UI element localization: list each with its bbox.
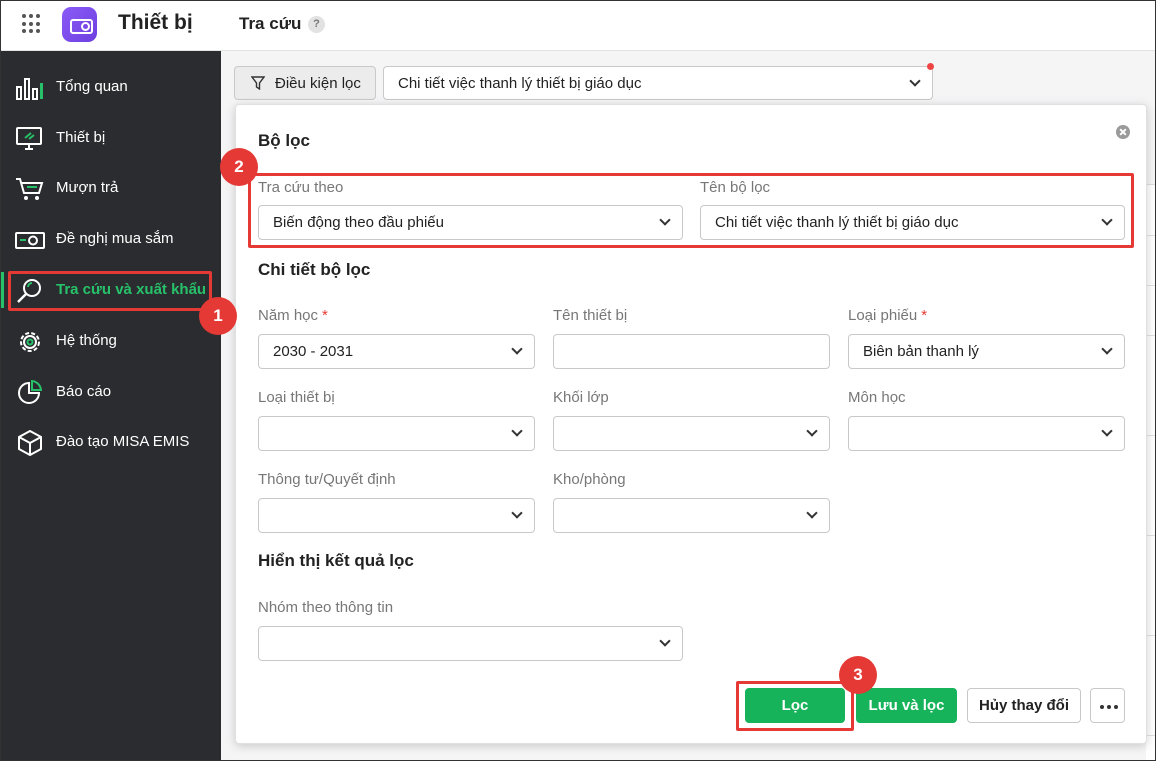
sidebar-item-label: Đề nghị mua sắm bbox=[56, 230, 174, 247]
money-icon bbox=[15, 232, 45, 249]
chevron-down-icon bbox=[1101, 214, 1113, 226]
required-mark: * bbox=[921, 307, 928, 324]
filter-conditions-label: Điều kiện lọc bbox=[275, 75, 361, 92]
voucher-type-select[interactable]: Biên bản thanh lý bbox=[848, 334, 1125, 369]
sidebar-item-system[interactable]: Hệ thống bbox=[1, 319, 221, 363]
sidebar-item-label: Hệ thống bbox=[56, 332, 117, 349]
pie-chart-icon bbox=[18, 380, 43, 404]
chevron-down-icon bbox=[659, 214, 671, 226]
sidebar-item-label: Tổng quan bbox=[56, 78, 128, 95]
sidebar-item-label: Thiết bị bbox=[56, 129, 106, 146]
chevron-down-icon bbox=[1101, 425, 1113, 437]
sidebar-item-training[interactable]: Đào tạo MISA EMIS bbox=[1, 420, 221, 464]
sidebar-item-purchase-request[interactable]: Đề nghị mua sắm bbox=[1, 217, 221, 261]
circular-label: Thông tư/Quyết định bbox=[258, 471, 396, 488]
group-by-select[interactable] bbox=[258, 626, 683, 661]
close-icon[interactable] bbox=[1116, 125, 1130, 139]
help-icon[interactable]: ? bbox=[308, 16, 325, 33]
grade-label: Khối lớp bbox=[553, 389, 609, 406]
more-options-button[interactable] bbox=[1090, 688, 1125, 723]
bar-chart-icon bbox=[16, 78, 43, 100]
sidebar-item-label: Báo cáo bbox=[56, 383, 112, 400]
voucher-type-label: Loại phiếu * bbox=[848, 307, 928, 324]
lookup-by-value: Biến động theo đầu phiếu bbox=[273, 214, 444, 231]
group-by-label: Nhóm theo thông tin bbox=[258, 599, 394, 616]
sidebar-item-lookup-export[interactable]: Tra cứu và xuất khẩu bbox=[1, 268, 221, 312]
monitor-icon bbox=[16, 127, 42, 150]
device-name-label: Tên thiết bị bbox=[553, 307, 628, 324]
filter-preset-value: Chi tiết việc thanh lý thiết bị giáo dục bbox=[398, 75, 642, 92]
app-window: Thiết bị Tra cứu ? Tổng quan Thiết bị Mư… bbox=[0, 0, 1156, 761]
chevron-down-icon bbox=[659, 635, 671, 647]
circular-select[interactable] bbox=[258, 498, 535, 533]
gear-icon bbox=[20, 332, 40, 352]
annotation-badge-3: 3 bbox=[839, 656, 877, 694]
chevron-down-icon bbox=[909, 75, 921, 87]
filter-name-label: Tên bộ lọc bbox=[700, 179, 771, 196]
chevron-down-icon bbox=[511, 507, 523, 519]
page-title: Tra cứu bbox=[239, 14, 302, 33]
results-table-edge bbox=[1146, 184, 1155, 760]
sidebar-item-borrow-return[interactable]: Mượn trả bbox=[1, 166, 221, 210]
chevron-down-icon bbox=[511, 343, 523, 355]
device-type-label: Loại thiết bị bbox=[258, 389, 335, 406]
lookup-by-select[interactable]: Biến động theo đầu phiếu bbox=[258, 205, 683, 240]
subject-label: Môn học bbox=[848, 389, 906, 406]
cart-icon bbox=[16, 178, 44, 200]
chevron-down-icon bbox=[806, 507, 818, 519]
warehouse-label: Kho/phòng bbox=[553, 471, 626, 488]
school-year-label: Năm học * bbox=[258, 307, 328, 324]
sidebar-item-label: Mượn trả bbox=[56, 179, 119, 196]
filter-conditions-button[interactable]: Điều kiện lọc bbox=[234, 66, 376, 100]
cancel-changes-button[interactable]: Hủy thay đổi bbox=[967, 688, 1081, 723]
device-name-input[interactable] bbox=[553, 334, 830, 369]
school-year-select[interactable]: 2030 - 2031 bbox=[258, 334, 535, 369]
top-bar: Thiết bị Tra cứu ? bbox=[1, 1, 1155, 51]
warehouse-select[interactable] bbox=[553, 498, 830, 533]
sidebar-item-devices[interactable]: Thiết bị bbox=[1, 116, 221, 160]
annotation-badge-1: 1 bbox=[199, 297, 237, 335]
filter-preset-select[interactable]: Chi tiết việc thanh lý thiết bị giáo dục bbox=[383, 66, 933, 100]
funnel-icon bbox=[251, 76, 265, 90]
sidebar-item-overview[interactable]: Tổng quan bbox=[1, 65, 221, 109]
sidebar: Tổng quan Thiết bị Mượn trả Đề nghị mua … bbox=[1, 51, 221, 760]
sidebar-item-label: Đào tạo MISA EMIS bbox=[56, 433, 190, 450]
grade-select[interactable] bbox=[553, 416, 830, 451]
sidebar-item-label: Tra cứu và xuất khẩu bbox=[56, 281, 207, 298]
sidebar-item-reports[interactable]: Báo cáo bbox=[1, 370, 221, 414]
voucher-type-value: Biên bản thanh lý bbox=[863, 343, 979, 360]
save-and-filter-button[interactable]: Lưu và lọc bbox=[856, 688, 957, 723]
filter-name-select[interactable]: Chi tiết việc thanh lý thiết bị giáo dục bbox=[700, 205, 1125, 240]
filter-panel: Bộ lọc Tra cứu theo Biến động theo đầu p… bbox=[235, 104, 1147, 744]
apps-grid-icon[interactable] bbox=[22, 14, 42, 34]
filter-detail-title: Chi tiết bộ lọc bbox=[258, 260, 371, 279]
panel-title: Bộ lọc bbox=[258, 131, 310, 150]
app-name: Thiết bị bbox=[118, 11, 193, 34]
chevron-down-icon bbox=[806, 425, 818, 437]
filter-name-value: Chi tiết việc thanh lý thiết bị giáo dục bbox=[715, 214, 959, 231]
chevron-down-icon bbox=[511, 425, 523, 437]
subject-select[interactable] bbox=[848, 416, 1125, 451]
app-logo-icon bbox=[62, 7, 97, 42]
device-type-select[interactable] bbox=[258, 416, 535, 451]
required-mark: * bbox=[322, 307, 328, 324]
filter-button[interactable]: Lọc bbox=[745, 688, 845, 723]
chevron-down-icon bbox=[1101, 343, 1113, 355]
annotation-badge-2: 2 bbox=[220, 148, 258, 186]
school-year-value: 2030 - 2031 bbox=[273, 343, 354, 360]
result-display-title: Hiển thị kết quả lọc bbox=[258, 551, 414, 570]
cube-icon bbox=[18, 430, 42, 456]
more-dots-icon bbox=[1100, 705, 1121, 709]
lookup-by-label: Tra cứu theo bbox=[258, 179, 344, 196]
unsaved-indicator-dot bbox=[927, 63, 934, 70]
search-icon bbox=[17, 279, 41, 303]
